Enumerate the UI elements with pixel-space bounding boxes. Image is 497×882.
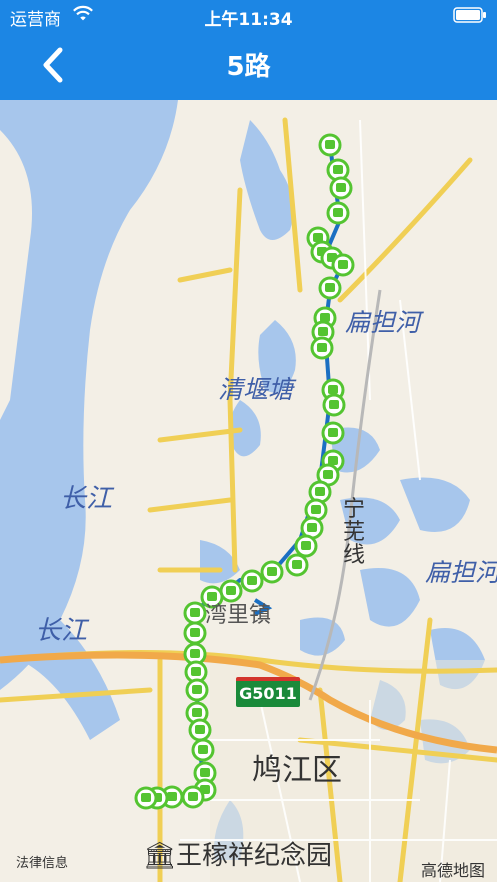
navigation-bar: 5路 [0, 30, 497, 100]
map-label-biandan: 扁担河 [425, 558, 497, 587]
map-provider-logo: 高德地图 [420, 861, 485, 880]
map-label-river: 长江 [60, 484, 113, 514]
bus-stop-marker[interactable] [318, 133, 342, 157]
bus-stop-marker[interactable] [183, 621, 207, 645]
map-label-biandan: 扁担河 [345, 308, 421, 337]
map-label-park: 🏛王稼祥纪念园 [143, 841, 333, 871]
battery-icon [453, 7, 486, 23]
bus-stop-marker[interactable] [183, 601, 207, 625]
bus-stop-marker[interactable] [331, 253, 355, 277]
page-title: 5路 [226, 52, 271, 82]
bus-stop-marker[interactable] [285, 553, 309, 577]
map-label-town: 湾里镇 [205, 603, 272, 628]
map-label-qingyan: 清堰塘 [218, 375, 294, 404]
highway-shield: G5011 [236, 677, 300, 707]
map-label-river: 长江 [35, 616, 88, 646]
bus-stop-marker[interactable] [185, 678, 209, 702]
bus-stop-marker[interactable] [310, 336, 334, 360]
map-label-highway: 宁芜线 [343, 498, 365, 567]
status-bar: 运营商 上午11:34 [0, 0, 497, 30]
bus-stop-marker[interactable] [294, 534, 318, 558]
map-label-highway-text: 宁芜线 [343, 497, 366, 568]
bus-stop-marker[interactable] [322, 393, 346, 417]
map-label-park-text: 王稼祥纪念园 [176, 841, 333, 871]
map-label-district: 鸠江区 [252, 753, 342, 788]
bus-stop-marker[interactable] [326, 201, 350, 225]
bus-stop-marker[interactable] [260, 560, 284, 584]
clock: 上午11:34 [204, 10, 293, 30]
bus-stop-marker[interactable] [191, 738, 215, 762]
legal-info-link[interactable]: 法律信息 [16, 852, 68, 871]
bus-stop-marker[interactable] [318, 276, 342, 300]
route-map[interactable]: 长江 长江 清堰塘 扁担河 扁担河 湾里镇 宁芜线 鸠江区 🏛王稼祥纪念园 G5… [0, 100, 497, 882]
bus-stop-marker[interactable] [240, 569, 264, 593]
bus-stop-marker[interactable] [329, 176, 353, 200]
bus-stop-marker[interactable] [321, 421, 345, 445]
bus-stop-marker[interactable] [134, 786, 158, 810]
bus-stop-marker[interactable] [188, 718, 212, 742]
bus-stop-marker[interactable] [181, 785, 205, 809]
